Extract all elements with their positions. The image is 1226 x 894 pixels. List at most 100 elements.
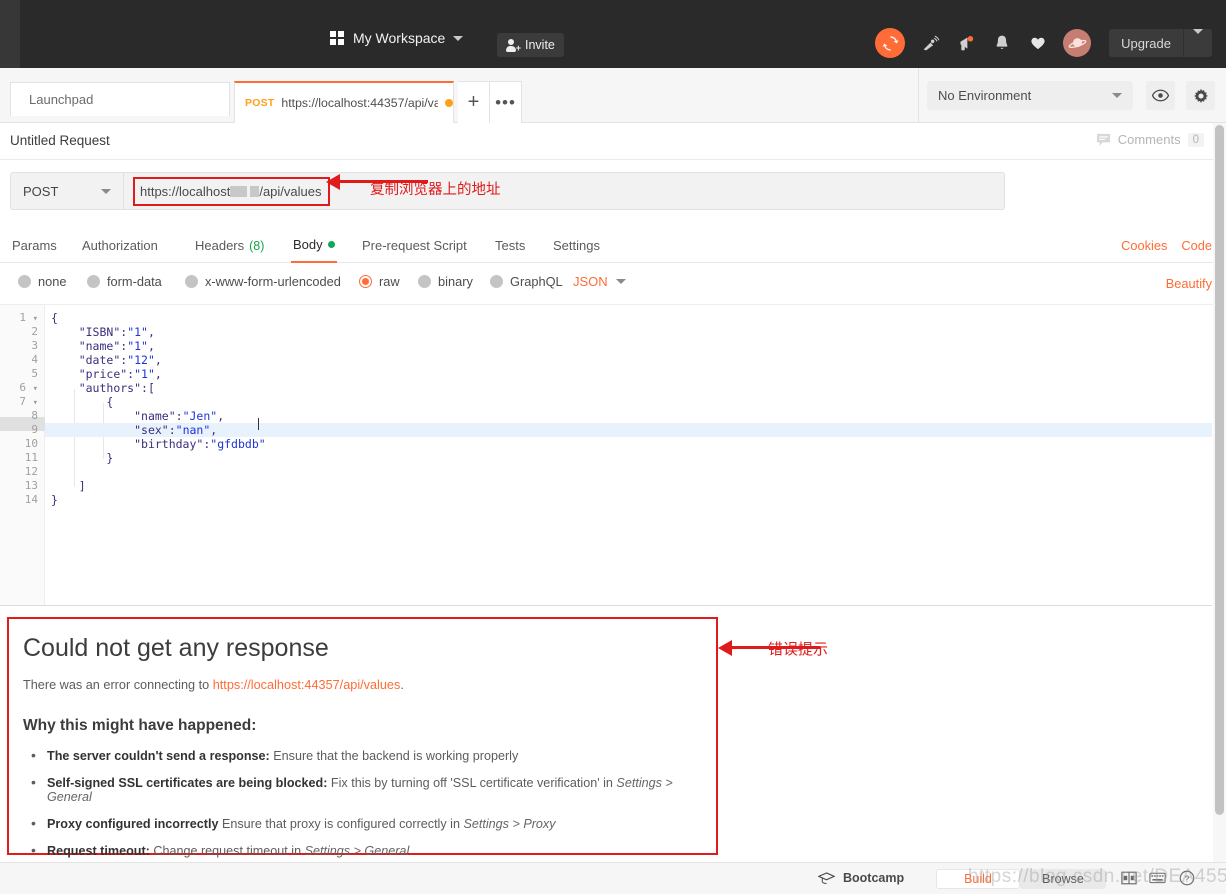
- code-line[interactable]: }: [45, 451, 1212, 465]
- ellipsis-icon: •••: [495, 92, 516, 112]
- environment-quick-look-button[interactable]: [1146, 81, 1175, 110]
- body-type-raw-label: raw: [379, 274, 400, 289]
- editor-code-area[interactable]: { "ISBN":"1", "name":"1", "date":"12", "…: [45, 305, 1212, 605]
- http-method-selector[interactable]: POST: [10, 172, 123, 210]
- megaphone-icon[interactable]: [955, 32, 977, 54]
- tab-headers-count: (8): [249, 238, 265, 253]
- body-type-bar: none form-data x-www-form-urlencoded raw…: [0, 263, 1226, 305]
- tab-body[interactable]: Body: [291, 228, 337, 263]
- help-icon[interactable]: ?: [1178, 869, 1195, 886]
- upgrade-label: Upgrade: [1121, 35, 1171, 51]
- cookies-link[interactable]: Cookies: [1121, 238, 1167, 253]
- body-type-form-data[interactable]: form-data: [87, 274, 162, 289]
- vertical-scrollbar-track[interactable]: [1213, 123, 1226, 863]
- line-number: 12: [24, 465, 38, 478]
- error-why-heading: Why this might have happened:: [23, 717, 257, 734]
- body-type-none[interactable]: none: [18, 274, 66, 289]
- tab-params[interactable]: Params: [10, 228, 59, 263]
- tab-launchpad[interactable]: Launchpad: [10, 82, 230, 116]
- build-mode-button[interactable]: Build: [936, 869, 1020, 889]
- http-method-label: POST: [23, 183, 59, 199]
- code-line[interactable]: "name":"Jen",: [45, 409, 1212, 423]
- tab-request[interactable]: POST https://localhost:44357/api/val...: [234, 81, 454, 123]
- code-line[interactable]: "name":"1",: [45, 339, 1212, 353]
- code-line[interactable]: ]: [45, 479, 1212, 493]
- code-line[interactable]: "sex":"nan",: [45, 423, 1212, 437]
- line-number: 5: [31, 367, 38, 380]
- code-line[interactable]: "price":"1",: [45, 367, 1212, 381]
- line-number: 6 ▾: [19, 381, 38, 394]
- body-type-urlencoded[interactable]: x-www-form-urlencoded: [185, 274, 341, 289]
- code-line[interactable]: "ISBN":"1",: [45, 325, 1212, 339]
- body-present-dot-icon: [327, 241, 335, 248]
- code-line[interactable]: "authors":[: [45, 381, 1212, 395]
- workspace-selector[interactable]: My Workspace: [330, 30, 464, 46]
- code-link[interactable]: Code: [1181, 238, 1212, 253]
- radio-selected-icon: [359, 275, 372, 288]
- grid-icon: [330, 31, 344, 45]
- browse-mode-button[interactable]: Browse: [1020, 869, 1106, 889]
- comments-label: Comments: [1117, 132, 1181, 147]
- line-number: 3: [31, 339, 38, 352]
- bell-icon[interactable]: [991, 32, 1013, 54]
- request-body-editor[interactable]: 1 ▾ 2 3 4 5 6 ▾ 7 ▾ 8 9 10 11 12 13 14 { "ISBN":"1", …: [0, 305, 1212, 605]
- body-type-raw[interactable]: raw: [359, 274, 400, 289]
- gear-icon: [1193, 88, 1208, 103]
- code-line[interactable]: {: [45, 311, 1212, 325]
- environment-selector[interactable]: No Environment: [927, 81, 1133, 110]
- code-line[interactable]: }: [45, 493, 1212, 507]
- error-subtitle-prefix: There was an error connecting to: [23, 678, 213, 692]
- tab-authorization-label: Authorization: [82, 238, 158, 253]
- status-bar-icons: ?: [1120, 869, 1195, 886]
- sync-icon[interactable]: [875, 28, 906, 58]
- line-number: 14: [24, 493, 38, 506]
- code-line[interactable]: "birthday":"gfdbdb": [45, 437, 1212, 451]
- tab-pre-request-script[interactable]: Pre-request Script: [360, 228, 469, 263]
- error-reason-item: The server couldn't send a response: Ens…: [29, 747, 709, 763]
- bootcamp-button[interactable]: Bootcamp: [818, 871, 904, 885]
- upgrade-button[interactable]: Upgrade: [1109, 29, 1212, 57]
- new-tab-button[interactable]: +: [458, 81, 490, 123]
- keyboard-icon[interactable]: [1149, 869, 1166, 886]
- body-type-graphql[interactable]: GraphQL: [490, 274, 563, 289]
- active-line-gutter-highlight: [0, 417, 45, 431]
- body-format-selector[interactable]: JSON: [573, 274, 626, 289]
- url-bar: POST https://localhost/api/values Send S…: [0, 160, 1226, 370]
- text-caret: [258, 418, 259, 430]
- tab-authorization[interactable]: Authorization: [80, 228, 160, 263]
- line-number: 10: [24, 437, 38, 450]
- comments-button[interactable]: Comments 0: [1096, 132, 1204, 147]
- url-suffix: /api/values: [259, 184, 322, 199]
- tab-headers[interactable]: Headers (8): [193, 228, 266, 263]
- error-url-link[interactable]: https://localhost:44357/api/values: [213, 678, 401, 692]
- response-panel-divider: [0, 605, 1212, 606]
- redaction-block: [230, 186, 248, 197]
- code-line[interactable]: [45, 465, 1212, 479]
- settings-button[interactable]: [1186, 81, 1215, 110]
- heart-icon[interactable]: [1027, 32, 1049, 54]
- radio-icon: [418, 275, 431, 288]
- vertical-scrollbar-thumb[interactable]: [1215, 125, 1224, 815]
- line-number: 9: [31, 423, 38, 436]
- error-reason-list: The server couldn't send a response: Ens…: [29, 747, 709, 871]
- invite-button[interactable]: + Invite: [497, 33, 564, 57]
- satellite-icon[interactable]: [919, 32, 941, 54]
- tabstrip-divider: [918, 68, 919, 123]
- postman-window: My Workspace + Invite Upgrade Launchpad …: [0, 0, 1226, 894]
- tab-settings[interactable]: Settings: [551, 228, 602, 263]
- code-line[interactable]: "date":"12",: [45, 353, 1212, 367]
- build-label: Build: [964, 872, 992, 886]
- code-line[interactable]: {: [45, 395, 1212, 409]
- error-title: Could not get any response: [23, 634, 329, 662]
- beautify-link[interactable]: Beautify: [1166, 276, 1212, 291]
- svg-text:?: ?: [1184, 873, 1189, 883]
- planet-avatar-icon[interactable]: [1063, 29, 1092, 57]
- tab-tests[interactable]: Tests: [493, 228, 527, 263]
- body-type-binary[interactable]: binary: [418, 274, 473, 289]
- tab-params-label: Params: [12, 238, 57, 253]
- tab-options-button[interactable]: •••: [490, 81, 522, 123]
- tab-headers-label: Headers: [195, 238, 245, 253]
- split-layout-icon[interactable]: [1120, 869, 1137, 886]
- url-input[interactable]: https://localhost/api/values: [133, 177, 330, 206]
- bootcamp-label: Bootcamp: [843, 871, 905, 885]
